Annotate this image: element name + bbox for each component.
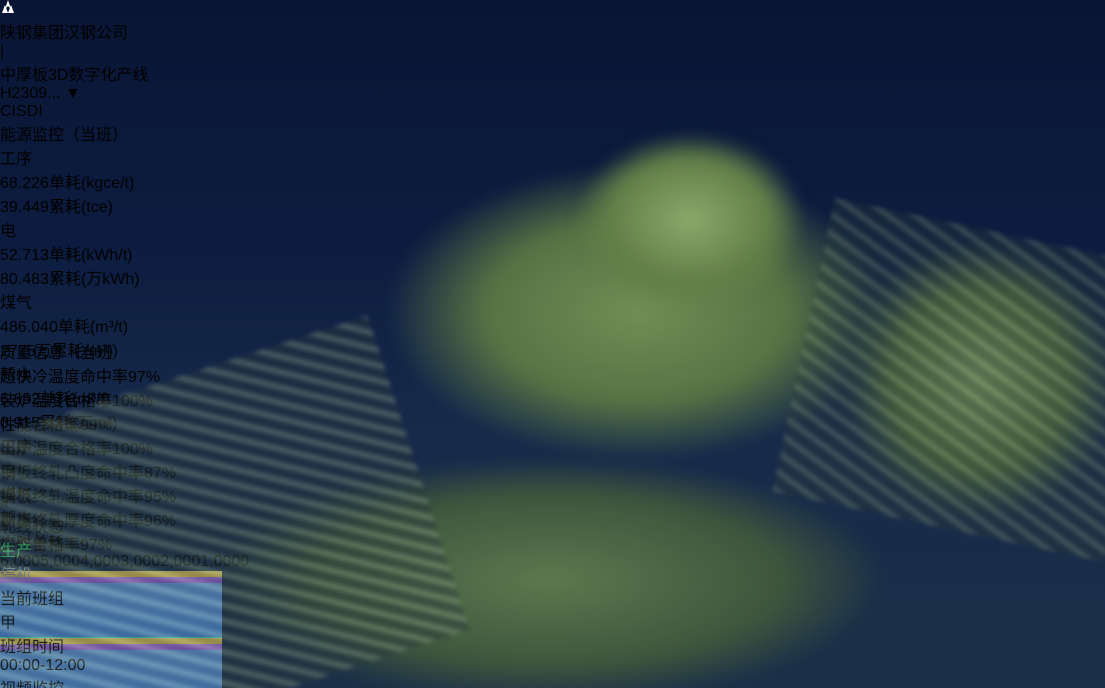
mill-stand-structure (560, 130, 820, 330)
3d-scene[interactable] (0, 0, 1105, 688)
dashboard-root: 陕钢集团汉钢公司 | 中厚板3D数字化产线 H2309... ▼ CISDI 能… (0, 0, 1105, 688)
